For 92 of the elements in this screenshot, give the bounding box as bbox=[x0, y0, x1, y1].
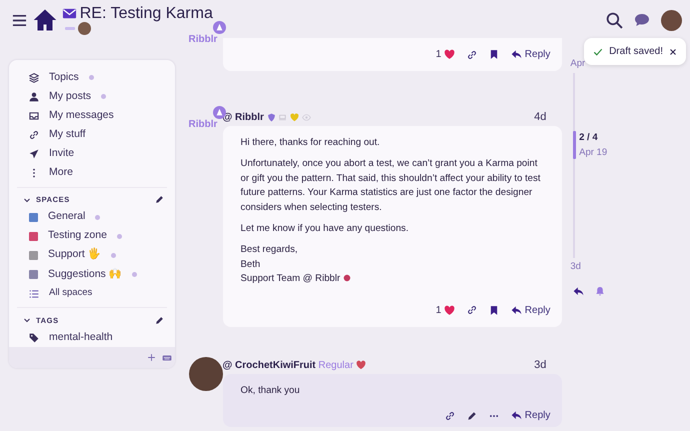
like-button[interactable]: 1 bbox=[436, 47, 456, 62]
participant-avatar[interactable] bbox=[78, 22, 90, 36]
keyboard-icon bbox=[162, 352, 172, 363]
timeline-handle[interactable] bbox=[573, 131, 576, 160]
timeline-date: Apr 19 bbox=[579, 146, 608, 160]
post-text: Let me know if you have any questions. bbox=[240, 222, 410, 236]
chevron-icon bbox=[22, 196, 30, 204]
pencil-icon bbox=[154, 316, 164, 325]
reply-button[interactable]: Reply bbox=[511, 408, 550, 424]
sidebar-item[interactable]: Topics bbox=[17, 68, 167, 88]
bookmark-button[interactable] bbox=[489, 49, 500, 60]
link-button[interactable] bbox=[467, 50, 478, 60]
inbox-icon bbox=[29, 110, 39, 121]
ball-icon bbox=[343, 274, 352, 282]
link-button[interactable] bbox=[445, 410, 456, 421]
home-link[interactable] bbox=[32, 8, 56, 32]
sidebar-item[interactable]: Testing zone bbox=[17, 226, 167, 246]
search-button[interactable] bbox=[606, 12, 623, 28]
list-icon bbox=[29, 288, 39, 299]
pencil-icon bbox=[154, 195, 164, 204]
user-avatar[interactable] bbox=[661, 10, 682, 30]
post-text: Best regards, Beth Support Team @ Ribblr bbox=[240, 243, 544, 287]
reply-icon bbox=[511, 49, 522, 60]
bookmark-icon bbox=[489, 304, 500, 316]
topic-title: RE: Testing Karma bbox=[80, 4, 213, 22]
sidebar-item[interactable]: My messages bbox=[17, 106, 167, 126]
envelope-icon bbox=[62, 6, 77, 21]
sidebar-item[interactable]: General bbox=[17, 208, 167, 227]
edit-button[interactable] bbox=[154, 316, 164, 325]
sidebar-item[interactable]: Suggestions 🙌 bbox=[17, 264, 167, 284]
sidebar-item[interactable]: My posts bbox=[17, 87, 167, 106]
reply-button[interactable] bbox=[573, 286, 584, 296]
close-icon bbox=[669, 48, 677, 56]
search-icon bbox=[606, 12, 623, 28]
bell-icon bbox=[595, 286, 606, 296]
username-link[interactable]: @ CrochetKiwiFruit bbox=[222, 358, 316, 373]
chat-icon bbox=[634, 12, 650, 28]
reply-button[interactable]: Reply bbox=[511, 302, 550, 318]
sidebar-item[interactable]: My stuff bbox=[17, 125, 167, 144]
paper-plane-icon bbox=[29, 148, 39, 159]
link-icon bbox=[467, 50, 478, 60]
user-title: Regular bbox=[318, 358, 354, 373]
edit-button[interactable] bbox=[467, 410, 478, 421]
post-text: Unfortunately, once you abort a test, we can’t grant you a Karma point or gift you the pattern. That said, this shouldn’t affect your ability to test future patterns. Your Karma statistics are just one factor the designer considers when selecting testers. bbox=[240, 157, 542, 215]
plus-icon bbox=[147, 353, 156, 362]
reply-icon bbox=[511, 410, 522, 422]
close-button[interactable] bbox=[669, 48, 677, 56]
toast-message: Draft saved! bbox=[609, 45, 663, 59]
post-time: 4d bbox=[534, 110, 546, 126]
post-text: Hi there, thanks for reaching out. bbox=[240, 136, 381, 150]
user-icon bbox=[29, 92, 39, 102]
mini-logo bbox=[64, 27, 75, 30]
link-icon bbox=[467, 305, 478, 316]
tag-icon bbox=[29, 332, 39, 343]
sidebar-item[interactable]: Support 🖐 bbox=[17, 246, 167, 265]
add-button[interactable] bbox=[147, 352, 156, 363]
timeline-position: 2 / 4 bbox=[579, 131, 599, 146]
reply-icon bbox=[511, 304, 522, 316]
heart-icon bbox=[444, 304, 456, 316]
edit-button[interactable] bbox=[154, 195, 164, 204]
reply-icon bbox=[573, 286, 584, 296]
avatar-badge-icon bbox=[212, 21, 226, 34]
heart-icon bbox=[290, 113, 300, 122]
reply-button[interactable]: Reply bbox=[511, 47, 550, 62]
link-icon bbox=[29, 130, 39, 140]
bookmark-button[interactable] bbox=[489, 304, 500, 316]
heart-icon bbox=[356, 360, 366, 370]
timeline-date: 3d bbox=[570, 260, 582, 274]
shield-icon bbox=[266, 113, 276, 122]
eye-icon bbox=[302, 113, 311, 122]
all-spaces-link[interactable]: All spaces bbox=[17, 284, 167, 304]
user-avatar[interactable] bbox=[188, 356, 223, 391]
sidebar-item[interactable]: mental-health bbox=[17, 328, 167, 348]
bookmark-icon bbox=[489, 49, 500, 60]
chat-button[interactable] bbox=[634, 12, 650, 28]
post-text: Ok, thank you bbox=[240, 384, 301, 398]
sidebar-item[interactable]: Invite bbox=[17, 144, 167, 164]
link-button[interactable] bbox=[467, 305, 478, 316]
home-icon bbox=[32, 8, 56, 32]
heart-icon bbox=[444, 49, 456, 60]
pencil-icon bbox=[467, 410, 478, 421]
layers-icon bbox=[29, 72, 39, 83]
menu-button[interactable] bbox=[12, 12, 27, 28]
notification-button[interactable] bbox=[595, 286, 606, 296]
like-button[interactable]: 1 bbox=[436, 302, 456, 318]
post-time: 3d bbox=[534, 358, 546, 373]
menu-icon bbox=[12, 12, 27, 28]
timeline-date: Apr bbox=[570, 57, 586, 71]
chevron-icon bbox=[22, 316, 30, 324]
check-icon bbox=[593, 46, 604, 56]
sidebar-item[interactable]: More bbox=[17, 163, 167, 183]
link-icon bbox=[445, 410, 456, 421]
